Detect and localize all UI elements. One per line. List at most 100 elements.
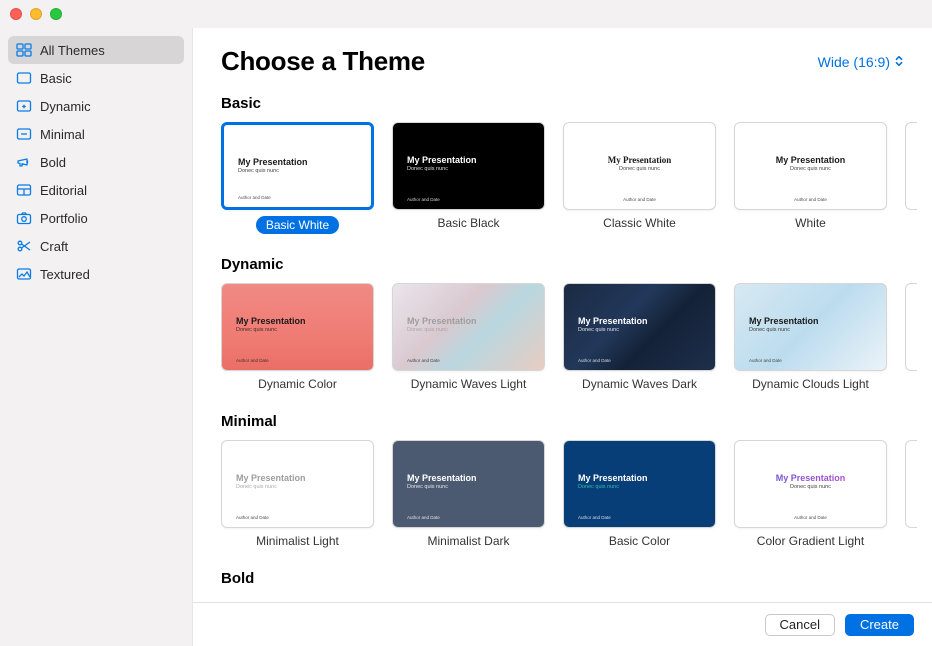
thumb-title: My Presentation (578, 316, 701, 326)
theme-label: White (795, 216, 826, 230)
theme-thumbnail: My PresentationDonec quis nunc Author and… (392, 283, 545, 371)
thumb-subtitle: Donec quis nunc (407, 484, 530, 490)
thumb-subtitle: Donec quis nunc (749, 327, 872, 333)
thumb-subtitle: Donec quis nunc (236, 327, 359, 333)
thumb-subtitle: Donec quis nunc (238, 168, 357, 174)
close-window-button[interactable] (10, 8, 22, 20)
minimize-window-button[interactable] (30, 8, 42, 20)
theme-label: Basic Black (437, 216, 499, 230)
thumb-footer: Author and Date (578, 515, 611, 520)
theme-card[interactable]: My PresentationDonec quis nunc Author and… (563, 440, 716, 548)
section-title-minimal: Minimal (221, 413, 932, 430)
thumb-subtitle: Donec quis nunc (735, 166, 886, 172)
theme-thumbnail: My PresentationDonec quis nuncAuthor and… (734, 440, 887, 528)
sidebar-item-craft[interactable]: Craft (8, 232, 184, 260)
thumb-title: My Presentation (407, 155, 530, 165)
section-title-dynamic: Dynamic (221, 256, 932, 273)
page-title: Choose a Theme (221, 46, 425, 77)
sparkle-rect-icon (16, 98, 32, 114)
sidebar-item-label: Textured (40, 267, 90, 282)
create-button[interactable]: Create (845, 614, 914, 636)
sidebar-item-minimal[interactable]: Minimal (8, 120, 184, 148)
sidebar-item-dynamic[interactable]: Dynamic (8, 92, 184, 120)
thumb-footer: Author and Date (735, 515, 886, 520)
sidebar-item-label: Basic (40, 71, 72, 86)
thumb-footer: Author and Date (578, 358, 611, 363)
theme-label: Basic Color (609, 534, 670, 548)
theme-thumbnail: My PresentationDonec quis nuncAuthor and… (563, 283, 716, 371)
thumb-subtitle: Donec quis nunc (407, 166, 530, 172)
sidebar-item-label: Bold (40, 155, 66, 170)
theme-thumbnail-peek (905, 122, 917, 210)
thumb-footer: Author and Date (236, 515, 269, 520)
theme-card[interactable]: My PresentationDonec quis nuncAuthor and… (563, 283, 716, 391)
theme-label: Basic White (256, 216, 339, 234)
theme-card-peek[interactable] (905, 440, 917, 548)
theme-label: Color Gradient Light (757, 534, 864, 548)
zoom-window-button[interactable] (50, 8, 62, 20)
thumb-title: My Presentation (238, 157, 357, 167)
sidebar-item-label: Editorial (40, 183, 87, 198)
aspect-ratio-dropdown[interactable]: Wide (16:9) (818, 54, 904, 70)
thumb-subtitle: Donec quis nunc (407, 327, 530, 333)
theme-card[interactable]: My PresentationDonec quis nunc Author and… (221, 440, 374, 548)
theme-thumbnail: My PresentationDonec quis nunc Author and… (221, 283, 374, 371)
thumb-footer: Author and Date (735, 197, 886, 202)
thumb-title: My Presentation (735, 473, 886, 483)
theme-card[interactable]: My PresentationDonec quis nuncAuthor and… (563, 122, 716, 234)
theme-card[interactable]: My PresentationDonec quis nunc Author and… (392, 122, 545, 234)
cancel-button[interactable]: Cancel (765, 614, 835, 636)
theme-row-dynamic: My PresentationDonec quis nuncAuthor and… (221, 283, 932, 391)
texture-icon (16, 266, 32, 282)
thumb-title: My Presentation (564, 155, 715, 165)
window-titlebar (0, 0, 932, 28)
sidebar-item-textured[interactable]: Textured (8, 260, 184, 288)
sidebar-item-bold[interactable]: Bold (8, 148, 184, 176)
theme-thumbnail: My PresentationDonec quis nuncAuthor and… (392, 440, 545, 528)
thumb-subtitle: Donec quis nunc (564, 166, 715, 172)
theme-gallery: BasicMy PresentationDonec quis nuncAutho… (193, 87, 932, 602)
thumb-title: My Presentation (236, 473, 359, 483)
rect-icon (16, 70, 32, 86)
thumb-footer: Author and Date (236, 358, 269, 363)
theme-card[interactable]: My PresentationDonec quis nunc Author and… (221, 283, 374, 391)
theme-row-basic: My PresentationDonec quis nuncAuthor and… (221, 122, 932, 234)
theme-card[interactable]: My PresentationDonec quis nuncAuthor and… (221, 122, 374, 234)
chevron-updown-icon (894, 54, 904, 70)
theme-label: Dynamic Color (258, 377, 337, 391)
theme-card[interactable]: My PresentationDonec quis nuncAuthor and… (734, 440, 887, 548)
thumb-title: My Presentation (578, 473, 701, 483)
theme-card[interactable]: My PresentationDonec quis nunc Author and… (392, 283, 545, 391)
thumb-title: My Presentation (236, 316, 359, 326)
theme-card-peek[interactable] (905, 283, 917, 391)
theme-label: Classic White (603, 216, 676, 230)
theme-card[interactable]: My PresentationDonec quis nuncAuthor and… (734, 122, 887, 234)
theme-label: Minimalist Dark (427, 534, 509, 548)
sidebar-item-editorial[interactable]: Editorial (8, 176, 184, 204)
aspect-ratio-label: Wide (16:9) (818, 54, 890, 70)
theme-label: Dynamic Waves Light (411, 377, 527, 391)
thumb-footer: Author and Date (407, 197, 440, 202)
theme-thumbnail: My PresentationDonec quis nunc Author and… (734, 283, 887, 371)
theme-thumbnail-peek (905, 440, 917, 528)
thumb-title: My Presentation (749, 316, 872, 326)
sidebar-item-label: Dynamic (40, 99, 91, 114)
megaphone-icon (16, 154, 32, 170)
dash-rect-icon (16, 126, 32, 142)
theme-card[interactable]: My PresentationDonec quis nuncAuthor and… (392, 440, 545, 548)
theme-card[interactable]: My PresentationDonec quis nunc Author and… (734, 283, 887, 391)
thumb-footer: Author and Date (407, 358, 440, 363)
thumb-subtitle: Donec quis nunc (236, 484, 359, 490)
thumb-subtitle: Donec quis nunc (578, 484, 701, 490)
sidebar-item-portfolio[interactable]: Portfolio (8, 204, 184, 232)
layout-icon (16, 182, 32, 198)
theme-card-peek[interactable] (905, 122, 917, 234)
sidebar-item-all-themes[interactable]: All Themes (8, 36, 184, 64)
grid-icon (16, 42, 32, 58)
thumb-footer: Author and Date (749, 358, 782, 363)
sidebar: All Themes Basic Dynamic Minimal Bold Editori… (0, 28, 193, 646)
theme-thumbnail: My PresentationDonec quis nuncAuthor and… (563, 122, 716, 210)
thumb-title: My Presentation (407, 316, 530, 326)
footer-bar: Cancel Create (193, 602, 932, 646)
sidebar-item-basic[interactable]: Basic (8, 64, 184, 92)
